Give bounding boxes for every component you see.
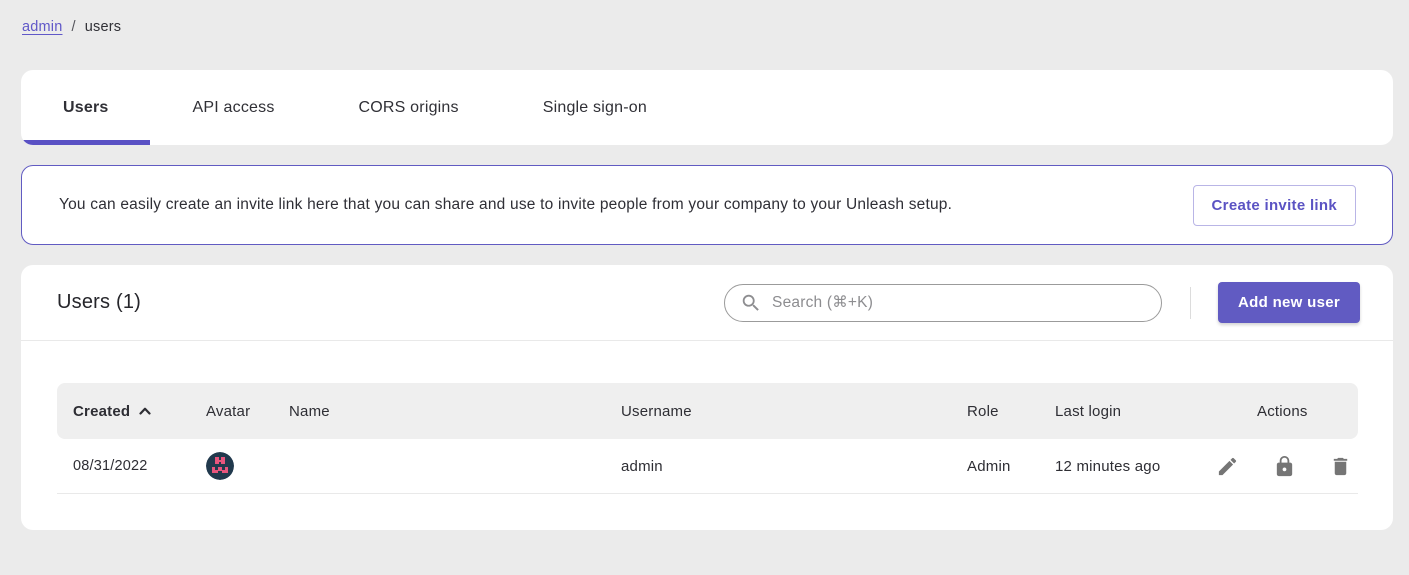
create-invite-link-button[interactable]: Create invite link	[1193, 185, 1356, 226]
tab-cors-origins[interactable]: CORS origins	[317, 70, 501, 145]
add-new-user-button[interactable]: Add new user	[1218, 282, 1360, 323]
breadcrumb-current-page: users	[85, 19, 121, 35]
tab-single-sign-on[interactable]: Single sign-on	[501, 70, 689, 145]
breadcrumb-separator: /	[72, 19, 76, 35]
users-card-header: Users (1) Add new user	[21, 265, 1393, 341]
cell-actions	[1210, 451, 1358, 482]
sort-ascending-icon	[139, 407, 151, 415]
search-box[interactable]	[724, 284, 1162, 322]
table-header: Created Avatar Name Username Role Last l…	[57, 383, 1358, 439]
users-card: Users (1) Add new user Created Avatar Na…	[21, 265, 1393, 530]
lock-icon	[1273, 455, 1296, 478]
header-divider	[1190, 287, 1191, 319]
invite-banner-text: You can easily create an invite link her…	[59, 196, 1193, 214]
change-password-button[interactable]	[1269, 451, 1300, 482]
users-count-title: Users (1)	[57, 291, 724, 314]
cell-role: Admin	[967, 458, 1055, 475]
users-table: Created Avatar Name Username Role Last l…	[21, 341, 1393, 494]
cell-username: admin	[621, 458, 967, 475]
tab-api-access[interactable]: API access	[150, 70, 316, 145]
search-input[interactable]	[772, 294, 1147, 312]
trash-icon	[1329, 455, 1352, 478]
tab-users[interactable]: Users	[21, 70, 150, 145]
column-header-created[interactable]: Created	[57, 403, 206, 420]
edit-pencil-icon	[1216, 455, 1239, 478]
delete-user-button[interactable]	[1325, 451, 1356, 482]
column-header-actions: Actions	[1210, 403, 1358, 420]
column-header-name: Name	[289, 403, 621, 420]
column-header-role: Role	[967, 403, 1055, 420]
edit-user-button[interactable]	[1212, 451, 1243, 482]
column-header-avatar: Avatar	[206, 403, 289, 420]
cell-last-login: 12 minutes ago	[1055, 458, 1210, 475]
breadcrumb: admin / users	[0, 0, 1409, 70]
column-header-created-label: Created	[73, 403, 130, 420]
table-row: 08/31/2022	[57, 439, 1358, 494]
avatar	[206, 452, 234, 480]
cell-created: 08/31/2022	[57, 458, 206, 474]
settings-tabs-card: Users API access CORS origins Single sig…	[21, 70, 1393, 145]
cell-avatar	[206, 452, 289, 480]
column-header-username: Username	[621, 403, 967, 420]
invite-link-banner: You can easily create an invite link her…	[21, 165, 1393, 245]
search-icon	[740, 292, 762, 314]
column-header-last-login: Last login	[1055, 403, 1210, 420]
breadcrumb-admin-link[interactable]: admin	[22, 19, 63, 35]
